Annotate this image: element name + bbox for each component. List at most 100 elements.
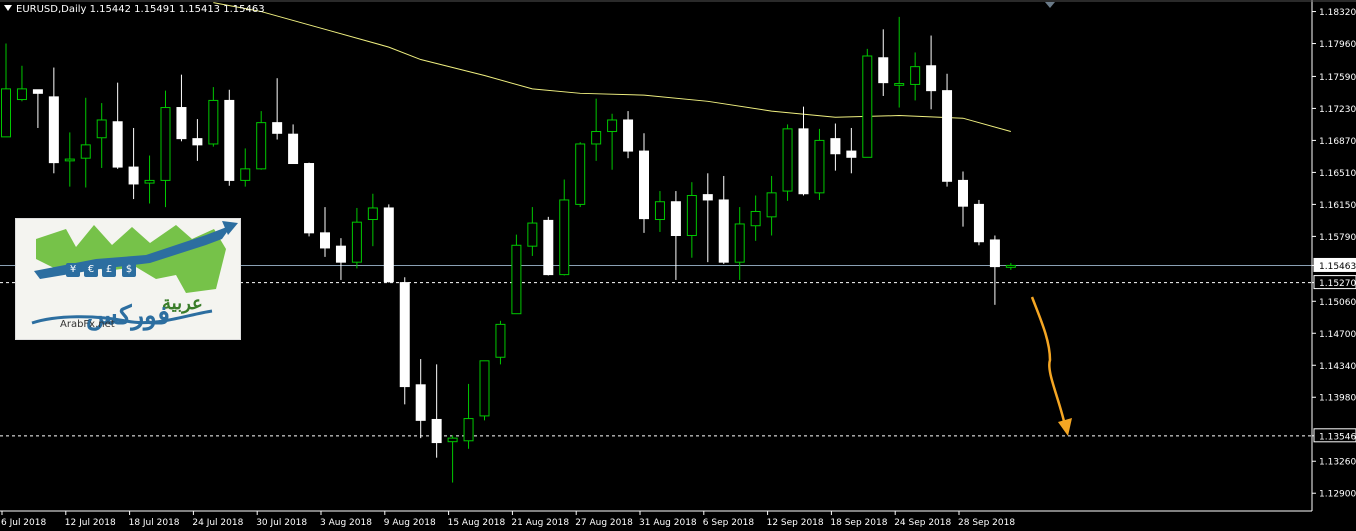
y-tick-label-3: 1.17230 bbox=[1319, 105, 1356, 115]
y-tick-label-10: 1.15060 bbox=[1319, 298, 1356, 308]
candle-body-29 bbox=[463, 418, 474, 442]
yen-icon: ¥ bbox=[66, 263, 80, 277]
candle-body-40 bbox=[639, 150, 649, 220]
candle-body-15 bbox=[240, 168, 251, 181]
ohlc-label: 1.15442 1.15491 1.15413 1.15463 bbox=[89, 4, 265, 15]
pound-icon: £ bbox=[102, 263, 116, 277]
y-tick-label-4: 1.16870 bbox=[1319, 137, 1356, 147]
candle-body-62 bbox=[989, 239, 1000, 268]
candle-body-30 bbox=[479, 360, 490, 417]
candle-body-45 bbox=[718, 199, 729, 263]
candle-body-56 bbox=[894, 83, 905, 86]
candle-body-51 bbox=[814, 139, 825, 194]
x-tick-label-4: 30 Jul 2018 bbox=[256, 518, 307, 528]
candle-body-49 bbox=[782, 128, 793, 192]
candle-body-2 bbox=[32, 89, 43, 94]
candle-body-42 bbox=[670, 201, 681, 237]
candle-body-21 bbox=[335, 245, 346, 263]
candle-body-8 bbox=[128, 166, 139, 185]
x-tick-label-13: 18 Sep 2018 bbox=[830, 518, 887, 528]
candle-body-61 bbox=[973, 203, 984, 243]
candle-body-60 bbox=[958, 179, 968, 207]
candle-body-46 bbox=[734, 223, 745, 263]
candle-body-47 bbox=[750, 211, 761, 227]
candle-body-25 bbox=[399, 282, 410, 388]
candle-body-35 bbox=[559, 199, 570, 276]
y-tick-label-15: 1.13260 bbox=[1319, 458, 1356, 468]
candle-body-24 bbox=[383, 207, 394, 283]
candle-body-54 bbox=[862, 55, 873, 158]
candle-body-53 bbox=[846, 150, 857, 158]
shift-marker-icon[interactable] bbox=[1045, 2, 1055, 8]
x-tick-label-14: 24 Sep 2018 bbox=[894, 518, 951, 528]
candle-body-55 bbox=[878, 57, 889, 84]
y-tick-label-8: 1.15463 bbox=[1319, 262, 1356, 272]
candle-body-19 bbox=[304, 163, 315, 234]
symbol-label: EURUSD,Daily bbox=[16, 4, 87, 15]
x-tick-label-12: 12 Sep 2018 bbox=[767, 518, 824, 528]
candle-body-34 bbox=[543, 219, 554, 276]
candle-body-63 bbox=[1005, 264, 1016, 268]
ma-polyline bbox=[213, 2, 1011, 133]
x-tick-label-2: 18 Jul 2018 bbox=[129, 518, 180, 528]
x-axis-ticks: 6 Jul 2018 12 Jul 2018 18 Jul 2018 24 Jul 2… bbox=[1, 511, 1015, 528]
moving-average-line bbox=[213, 2, 1011, 133]
candle-body-16 bbox=[256, 122, 267, 170]
candle-body-23 bbox=[367, 207, 378, 221]
x-tick-label-0: 6 Jul 2018 bbox=[1, 518, 46, 528]
x-tick-label-3: 24 Jul 2018 bbox=[192, 518, 243, 528]
x-tick-label-15: 28 Sep 2018 bbox=[958, 518, 1015, 528]
candle-body-3 bbox=[48, 96, 59, 164]
candle-body-0 bbox=[1, 88, 11, 138]
logo-site: ArabFx.net bbox=[60, 319, 115, 330]
y-tick-label-6: 1.16150 bbox=[1319, 201, 1356, 211]
candle-body-48 bbox=[766, 192, 777, 218]
candle-body-6 bbox=[96, 119, 107, 139]
candle-body-13 bbox=[208, 99, 219, 145]
x-tick-label-6: 9 Aug 2018 bbox=[384, 518, 436, 528]
y-tick-label-2: 1.17590 bbox=[1319, 73, 1356, 83]
x-tick-label-9: 27 Aug 2018 bbox=[575, 518, 633, 528]
x-tick-label-11: 6 Sep 2018 bbox=[703, 518, 755, 528]
candle-body-31 bbox=[495, 323, 506, 358]
y-tick-label-9: 1.15270 bbox=[1319, 279, 1356, 289]
candle-body-12 bbox=[192, 138, 203, 146]
candle-body-26 bbox=[415, 384, 426, 421]
candle-body-22 bbox=[351, 221, 362, 263]
candle-body-20 bbox=[320, 232, 330, 249]
candle-body-11 bbox=[176, 107, 187, 140]
y-tick-label-1: 1.17960 bbox=[1319, 40, 1356, 50]
candle-body-5 bbox=[80, 144, 91, 159]
x-tick-label-5: 3 Aug 2018 bbox=[320, 518, 372, 528]
euro-icon: € bbox=[84, 263, 98, 277]
y-tick-label-5: 1.16510 bbox=[1319, 169, 1356, 179]
x-tick-label-1: 12 Jul 2018 bbox=[65, 518, 116, 528]
arabfx-logo: ¥ € £ $ عربية فوركس ArabFx.net bbox=[15, 218, 241, 340]
candle-body-38 bbox=[607, 119, 618, 133]
y-tick-label-11: 1.14700 bbox=[1319, 330, 1356, 340]
candle-body-57 bbox=[910, 66, 921, 85]
x-tick-label-10: 31 Aug 2018 bbox=[639, 518, 697, 528]
y-axis-ticks: 1.18320 1.17960 1.17590 1.17230 1.16870 1.165… bbox=[1312, 8, 1356, 500]
candle-body-39 bbox=[623, 119, 634, 152]
y-tick-label-7: 1.15790 bbox=[1319, 233, 1356, 243]
candle-body-4 bbox=[64, 158, 75, 162]
y-tick-label-13: 1.13980 bbox=[1319, 394, 1356, 404]
candle-body-32 bbox=[511, 244, 522, 315]
candle-body-17 bbox=[272, 122, 283, 134]
y-tick-label-14: 1.13546 bbox=[1319, 432, 1356, 442]
candle-body-43 bbox=[686, 195, 697, 237]
candle-body-41 bbox=[654, 201, 665, 221]
candle-body-44 bbox=[702, 194, 713, 201]
candle-body-7 bbox=[112, 121, 123, 168]
candle-body-33 bbox=[527, 222, 538, 247]
x-tick-label-7: 15 Aug 2018 bbox=[448, 518, 506, 528]
candle-body-18 bbox=[288, 133, 299, 165]
dropdown-icon[interactable] bbox=[4, 5, 12, 11]
candle-body-1 bbox=[16, 88, 27, 101]
candle-body-27 bbox=[431, 418, 442, 444]
candle-body-52 bbox=[830, 138, 841, 155]
candle-body-59 bbox=[942, 90, 953, 182]
candle-body-28 bbox=[447, 437, 458, 443]
candle-body-9 bbox=[144, 179, 155, 184]
